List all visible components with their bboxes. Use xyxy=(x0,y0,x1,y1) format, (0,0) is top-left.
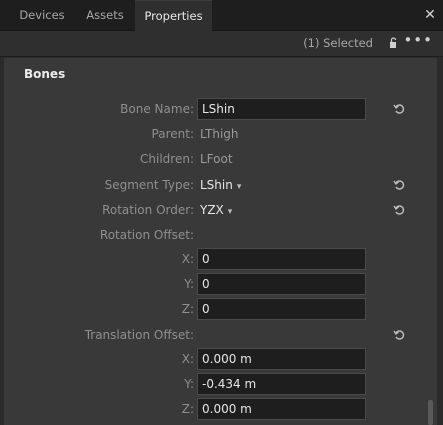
rotation-x-input[interactable]: 0 xyxy=(197,248,366,270)
bone-name-input[interactable]: LShin xyxy=(197,98,366,120)
segment-type-value: LShin xyxy=(200,178,233,192)
segment-type-label: Segment Type: xyxy=(104,178,194,192)
translation-y-input[interactable]: -0.434 m xyxy=(197,373,366,395)
selection-count: (1) Selected xyxy=(303,36,373,50)
rotation-offset-label: Rotation Offset: xyxy=(99,228,194,242)
reset-icon[interactable] xyxy=(392,328,406,342)
bones-panel: Bones Bone Name: LShin Parent: LThigh Ch… xyxy=(4,58,437,425)
rotation-order-label: Rotation Order: xyxy=(102,203,194,217)
translation-x-label: X: xyxy=(181,352,194,366)
rotation-order-dropdown[interactable]: YZX ▾ xyxy=(200,203,232,217)
rotation-order-value: YZX xyxy=(200,203,224,217)
rotation-z-input[interactable]: 0 xyxy=(197,298,366,320)
rotation-y-label: Y: xyxy=(184,277,194,291)
translation-y-label: Y: xyxy=(184,377,194,391)
section-title: Bones xyxy=(24,67,66,81)
lock-icon[interactable] xyxy=(388,37,400,49)
rotation-y-input[interactable]: 0 xyxy=(197,273,366,295)
tab-properties[interactable]: Properties xyxy=(135,0,212,31)
children-label: Children: xyxy=(140,152,194,166)
translation-offset-label: Translation Offset: xyxy=(84,328,194,342)
parent-value: LThigh xyxy=(200,127,239,141)
chevron-down-icon: ▾ xyxy=(236,182,242,192)
translation-x-input[interactable]: 0.000 m xyxy=(197,348,366,370)
rotation-z-label: Z: xyxy=(181,302,194,316)
translation-z-label: Z: xyxy=(181,402,194,416)
close-icon[interactable]: ✕ xyxy=(421,6,439,24)
reset-icon[interactable] xyxy=(392,102,406,116)
more-options-icon[interactable]: ••• xyxy=(403,31,433,49)
reset-icon[interactable] xyxy=(392,178,406,192)
tab-devices[interactable]: Devices xyxy=(8,0,76,31)
translation-z-input[interactable]: 0.000 m xyxy=(197,398,366,420)
tab-bar: Devices Assets Properties ✕ xyxy=(0,0,443,31)
scrollbar-thumb[interactable] xyxy=(428,400,433,425)
children-value: LFoot xyxy=(200,152,233,166)
segment-type-dropdown[interactable]: LShin ▾ xyxy=(200,178,241,192)
reset-icon[interactable] xyxy=(392,203,406,217)
properties-toolbar: (1) Selected ••• xyxy=(0,31,443,57)
chevron-down-icon: ▾ xyxy=(227,207,233,217)
tab-assets[interactable]: Assets xyxy=(76,0,134,31)
parent-label: Parent: xyxy=(151,127,194,141)
rotation-x-label: X: xyxy=(181,252,194,266)
bone-name-label: Bone Name: xyxy=(120,102,194,116)
